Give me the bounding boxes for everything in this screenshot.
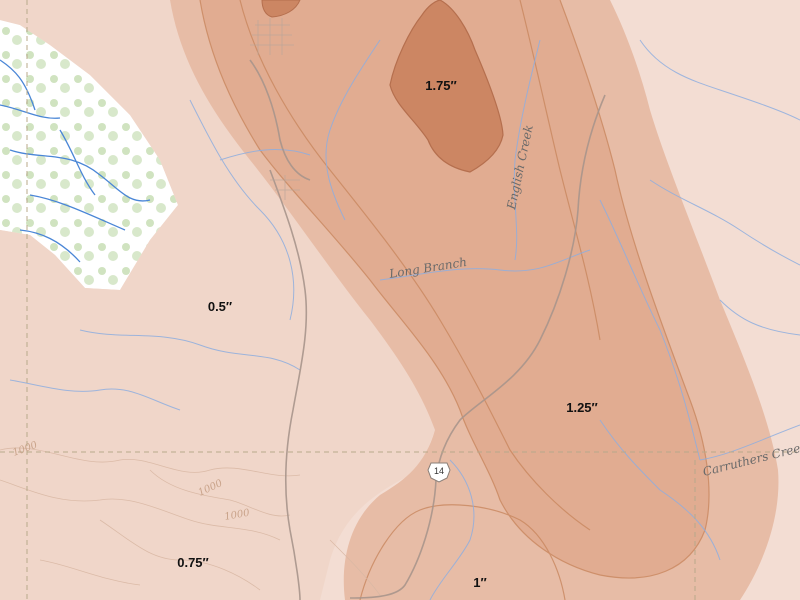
precip-label-1-75: 1.75″ bbox=[425, 78, 457, 93]
precip-label-0-5: 0.5″ bbox=[208, 299, 232, 314]
precipitation-map[interactable]: 14 Long Branch English Creek Carruthers … bbox=[0, 0, 800, 600]
map-canvas: 14 Long Branch English Creek Carruthers … bbox=[0, 0, 800, 600]
route-14-label: 14 bbox=[434, 466, 444, 476]
precip-label-1-25: 1.25″ bbox=[566, 400, 598, 415]
precip-label-0-75: 0.75″ bbox=[177, 555, 209, 570]
precip-label-1: 1″ bbox=[473, 575, 486, 590]
